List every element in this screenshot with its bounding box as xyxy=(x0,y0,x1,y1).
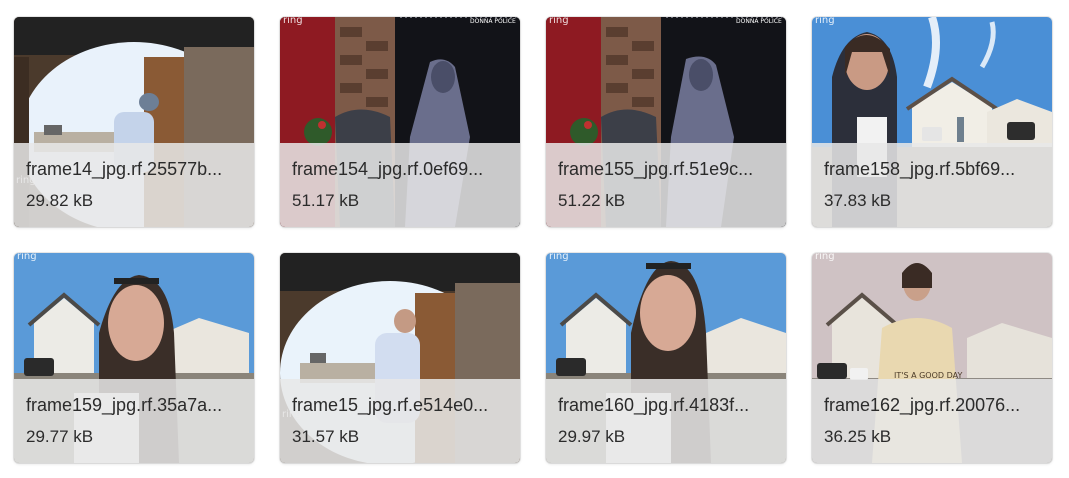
file-size: 29.97 kB xyxy=(558,427,626,446)
file-size: 29.77 kB xyxy=(26,427,94,446)
file-name: frame14_jpg.rf.25577b... xyxy=(26,159,223,179)
file-size: 29.82 kB xyxy=(26,191,94,210)
ring-watermark: ring xyxy=(549,253,569,262)
image-card[interactable]: ring frame158_jpg.rf.5bf69... 37.83 kB xyxy=(812,17,1052,227)
file-name: frame155_jpg.rf.51e9c... xyxy=(558,159,754,179)
caption-panel: frame159_jpg.rf.35a7a... 29.77 kB xyxy=(14,379,254,463)
image-card[interactable]: ring frame15_jpg.rf.e514e0... 31.57 kB xyxy=(280,253,520,463)
caption-panel: frame162_jpg.rf.20076... 36.25 kB xyxy=(812,379,1052,463)
image-card[interactable]: DONNA POLICE ring frame155_jpg.rf.51e9c.… xyxy=(546,17,786,227)
image-card[interactable]: ring frame14_jpg.rf.25577b... 29.82 kB xyxy=(14,17,254,227)
ring-watermark: ring xyxy=(17,253,37,262)
image-card[interactable]: DONNA POLICE ring frame154_jpg.rf.0ef69.… xyxy=(280,17,520,227)
file-name: frame15_jpg.rf.e514e0... xyxy=(292,395,489,415)
file-name: frame160_jpg.rf.4183f... xyxy=(558,395,750,415)
svg-text:DONNA POLICE: DONNA POLICE xyxy=(470,18,516,25)
caption-panel: frame154_jpg.rf.0ef69... 51.17 kB xyxy=(280,143,520,227)
caption-panel: frame158_jpg.rf.5bf69... 37.83 kB xyxy=(812,143,1052,227)
file-size: 51.17 kB xyxy=(292,191,360,210)
image-card[interactable]: ring frame159_jpg.rf.35a7a... 29.77 kB xyxy=(14,253,254,463)
ring-watermark: ring xyxy=(815,17,835,26)
caption-panel: frame15_jpg.rf.e514e0... 31.57 kB xyxy=(280,379,520,463)
caption-panel: frame155_jpg.rf.51e9c... 51.22 kB xyxy=(546,143,786,227)
file-name: frame158_jpg.rf.5bf69... xyxy=(824,159,1016,179)
image-card[interactable]: IT'S A GOOD DAY ring frame162_jpg.rf.200… xyxy=(812,253,1052,463)
file-size: 51.22 kB xyxy=(558,191,626,210)
image-gallery-grid: ring frame14_jpg.rf.25577b... 29.82 kB xyxy=(0,0,1069,478)
file-size: 36.25 kB xyxy=(824,427,892,446)
file-name: frame162_jpg.rf.20076... xyxy=(824,395,1021,415)
caption-panel: frame14_jpg.rf.25577b... 29.82 kB xyxy=(14,143,254,227)
file-size: 37.83 kB xyxy=(824,191,892,210)
caption-panel: frame160_jpg.rf.4183f... 29.97 kB xyxy=(546,379,786,463)
ring-watermark: ring xyxy=(549,17,569,26)
file-name: frame159_jpg.rf.35a7a... xyxy=(26,395,223,415)
svg-text:DONNA POLICE: DONNA POLICE xyxy=(736,18,782,25)
file-size: 31.57 kB xyxy=(292,427,360,446)
file-name: frame154_jpg.rf.0ef69... xyxy=(292,159,484,179)
ring-watermark: ring xyxy=(815,253,835,262)
image-card[interactable]: ring frame160_jpg.rf.4183f... 29.97 kB xyxy=(546,253,786,463)
ring-watermark: ring xyxy=(283,17,303,26)
